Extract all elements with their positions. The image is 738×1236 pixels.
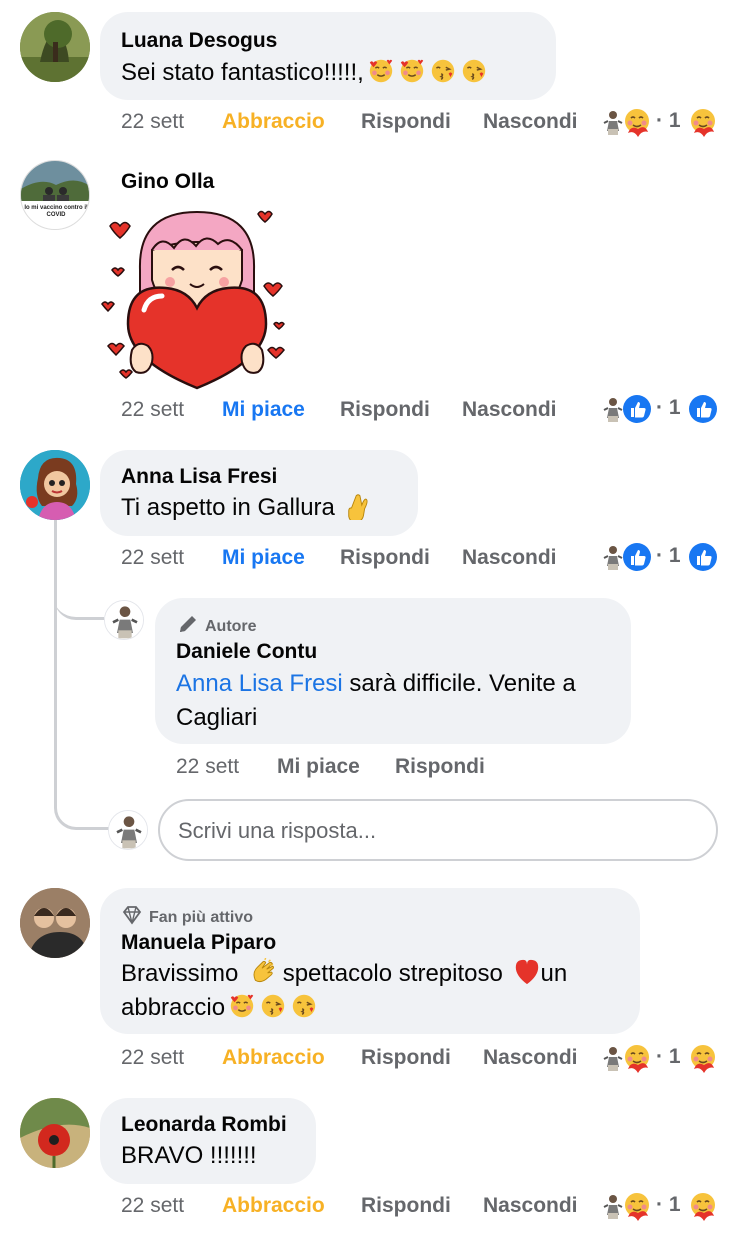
- avatar-gino[interactable]: Io mi vaccino contro il COVID: [20, 160, 90, 230]
- comment-text: BRAVO !!!!!!!: [121, 1142, 257, 1169]
- reaction-summary[interactable]: · 1: [598, 1191, 723, 1225]
- comment-time[interactable]: 22 sett: [121, 110, 184, 134]
- hug-emoji-icon: [622, 1043, 652, 1073]
- comment-author[interactable]: Gino Olla: [121, 170, 214, 194]
- reaction-count: · 1: [656, 396, 681, 419]
- top-fan-label: Fan più attivo: [149, 909, 253, 926]
- reaction-count: · 1: [656, 109, 681, 132]
- like-icon: [622, 542, 652, 572]
- reply-text-line1: Anna Lisa Fresi sarà difficile. Venite a: [176, 667, 576, 701]
- comment-time[interactable]: 22 sett: [121, 1046, 184, 1070]
- hug-emoji-icon: [622, 1191, 652, 1221]
- comment-author[interactable]: Manuela Piparo: [121, 931, 276, 955]
- comment-author[interactable]: Anna Lisa Fresi: [121, 465, 277, 489]
- smiling-hearts-emoji-icon: [398, 57, 426, 85]
- comment-text-line1: Bravissimo spettacolo strepitoso un: [121, 958, 568, 987]
- reply-button[interactable]: Rispondi: [340, 398, 430, 422]
- like-icon: [688, 394, 718, 424]
- avatar-leonarda[interactable]: [20, 1098, 90, 1168]
- comment-actions: 22 sett Mi piace Rispondi Nascondi: [121, 546, 601, 576]
- comment-author[interactable]: Luana Desogus: [121, 29, 277, 53]
- reply-button[interactable]: Rispondi: [340, 546, 430, 570]
- author-badge-label: Autore: [205, 618, 257, 635]
- smiling-hearts-emoji-icon: [228, 992, 256, 1020]
- comment-text: Ti aspetto in Gallura: [121, 491, 373, 525]
- comment-author[interactable]: Leonarda Rombi: [121, 1113, 287, 1137]
- hug-reaction-button[interactable]: Abbraccio: [222, 1046, 325, 1070]
- reply-button[interactable]: Rispondi: [361, 1194, 451, 1218]
- hide-button[interactable]: Nascondi: [462, 546, 557, 570]
- reply-button[interactable]: Rispondi: [361, 110, 451, 134]
- avatar-image: [21, 161, 89, 229]
- kiss-emoji-icon: [460, 57, 488, 85]
- reply-actions: 22 sett Mi piace Rispondi: [176, 755, 596, 785]
- red-heart-icon: [515, 959, 538, 985]
- reaction-summary[interactable]: · 1: [598, 394, 723, 428]
- comment-time[interactable]: 22 sett: [121, 398, 184, 422]
- current-user-avatar: [108, 810, 148, 850]
- hug-reaction-button[interactable]: Abbraccio: [222, 110, 325, 134]
- hide-button[interactable]: Nascondi: [483, 1046, 578, 1070]
- like-button[interactable]: Mi piace: [277, 755, 360, 779]
- avatar-image: [20, 12, 90, 82]
- comment-time[interactable]: 22 sett: [121, 546, 184, 570]
- reply-button[interactable]: Rispondi: [361, 1046, 451, 1070]
- reaction-count: · 1: [656, 1045, 681, 1068]
- comment-actions: 22 sett Abbraccio Rispondi Nascondi: [121, 1046, 601, 1076]
- avatar-image: [20, 1098, 90, 1168]
- comment-actions: 22 sett Abbraccio Rispondi Nascondi: [121, 110, 601, 140]
- heart-girl-sticker: [101, 210, 285, 390]
- clap-icon: [253, 958, 275, 983]
- hug-emoji-icon: [688, 1043, 718, 1073]
- reply-input[interactable]: [178, 814, 698, 848]
- avatar-image: [109, 811, 148, 850]
- reaction-count: · 1: [656, 544, 681, 567]
- crossed-fingers-icon: [347, 494, 368, 520]
- hide-button[interactable]: Nascondi: [462, 398, 557, 422]
- reaction-summary[interactable]: · 1: [598, 107, 723, 141]
- avatar-daniele[interactable]: [104, 600, 144, 640]
- author-badge: Autore: [177, 613, 257, 636]
- reply-text-line2: Cagliari: [176, 704, 258, 731]
- reply-button[interactable]: Rispondi: [395, 755, 485, 779]
- mention-link[interactable]: Anna Lisa Fresi: [176, 670, 343, 697]
- comment-text-line2: abbraccio: [121, 991, 318, 1025]
- avatar-manuela[interactable]: [20, 888, 90, 958]
- reply-author[interactable]: Daniele Contu: [176, 640, 317, 664]
- reaction-summary[interactable]: · 1: [598, 542, 723, 576]
- reply-text: sarà difficile. Venite a: [349, 670, 576, 697]
- hug-reaction-button[interactable]: Abbraccio: [222, 1194, 325, 1218]
- reaction-count: · 1: [656, 1193, 681, 1216]
- like-icon: [622, 394, 652, 424]
- smiling-hearts-emoji-icon: [367, 57, 395, 85]
- hug-emoji-icon: [688, 1191, 718, 1221]
- comment-text: Sei stato fantastico!!!!!,: [121, 56, 488, 90]
- avatar-image: [105, 601, 144, 640]
- avatar-anna[interactable]: [20, 450, 90, 520]
- comment-actions: 22 sett Mi piace Rispondi Nascondi: [121, 398, 601, 428]
- kiss-emoji-icon: [290, 992, 318, 1020]
- reaction-summary[interactable]: · 1: [598, 1043, 723, 1077]
- like-button[interactable]: Mi piace: [222, 398, 305, 422]
- thread-connector: [54, 560, 104, 620]
- diamond-icon: [122, 906, 142, 925]
- hug-emoji-icon: [622, 107, 652, 137]
- avatar-image: [20, 450, 90, 520]
- like-icon: [688, 542, 718, 572]
- avatar-luana[interactable]: [20, 12, 90, 82]
- kiss-emoji-icon: [429, 57, 457, 85]
- avatar-caption: Io mi vaccino contro il COVID: [24, 205, 88, 218]
- like-button[interactable]: Mi piace: [222, 546, 305, 570]
- reply-input-box[interactable]: [158, 799, 718, 861]
- kiss-emoji-icon: [259, 992, 287, 1020]
- top-fan-badge: Fan più attivo: [121, 904, 253, 927]
- hide-button[interactable]: Nascondi: [483, 110, 578, 134]
- reply-time[interactable]: 22 sett: [176, 755, 239, 779]
- avatar-image: [20, 888, 90, 958]
- hug-emoji-icon: [688, 107, 718, 137]
- comment-actions: 22 sett Abbraccio Rispondi Nascondi: [121, 1194, 601, 1224]
- comment-time[interactable]: 22 sett: [121, 1194, 184, 1218]
- hide-button[interactable]: Nascondi: [483, 1194, 578, 1218]
- pen-icon: [180, 616, 196, 632]
